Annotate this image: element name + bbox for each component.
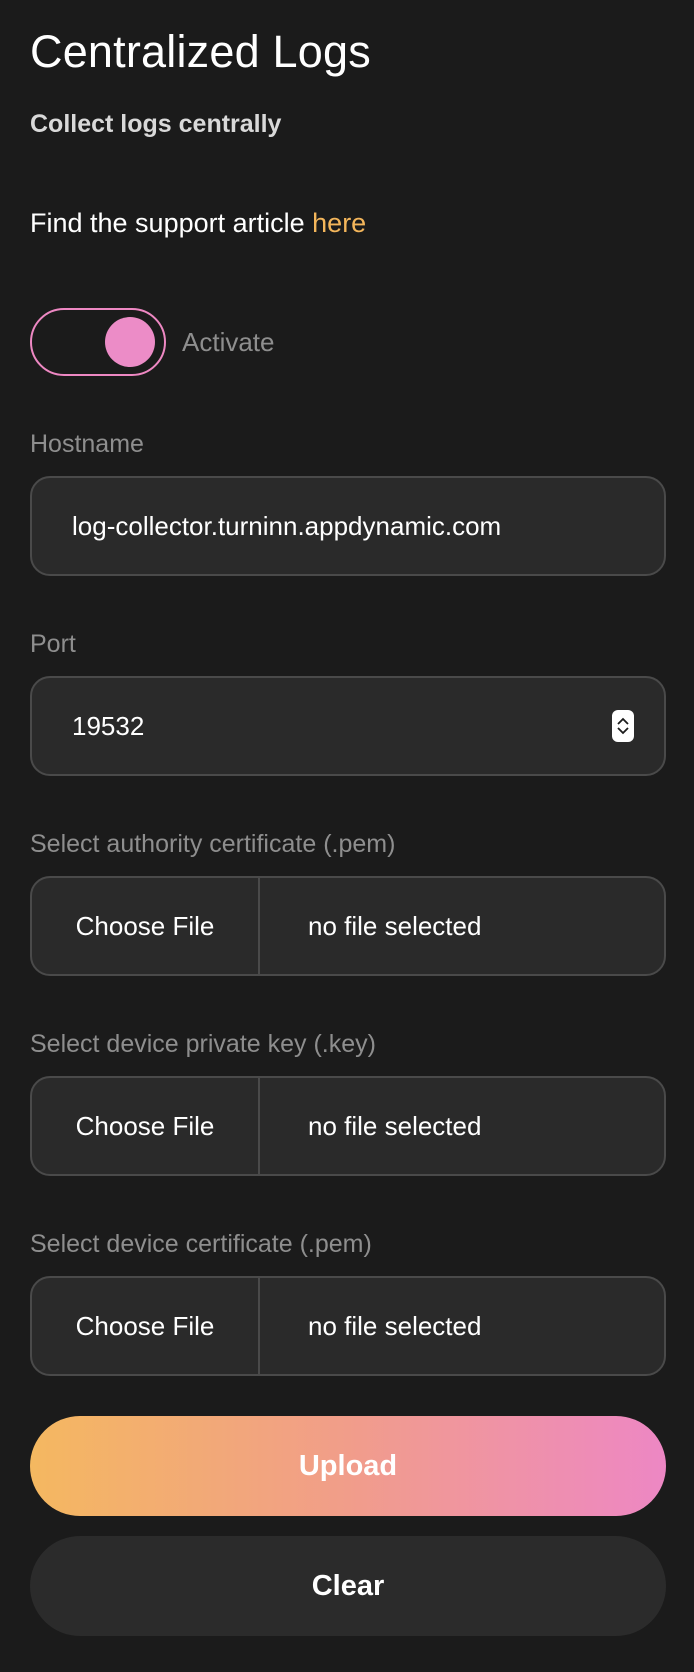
device-certificate-label: Select device certificate (.pem) [30, 1230, 372, 1258]
choose-file-button[interactable]: Choose File [32, 1278, 260, 1374]
chevron-down-icon[interactable] [617, 727, 629, 735]
hostname-value: log-collector.turninn.appdynamic.com [72, 510, 502, 541]
support-article-link[interactable]: here [312, 208, 366, 238]
choose-file-button[interactable]: Choose File [32, 878, 260, 974]
device-certificate-file-input[interactable]: Choose File no file selected [30, 1276, 666, 1376]
choose-file-button[interactable]: Choose File [32, 1078, 260, 1174]
private-key-label: Select device private key (.key) [30, 1030, 376, 1058]
authority-certificate-label: Select authority certificate (.pem) [30, 830, 396, 858]
page-subtitle: Collect logs centrally [30, 110, 282, 138]
private-key-file-input[interactable]: Choose File no file selected [30, 1076, 666, 1176]
upload-button[interactable]: Upload [30, 1416, 666, 1516]
file-status: no file selected [308, 1110, 482, 1141]
toggle-knob [105, 317, 155, 367]
hostname-label: Hostname [30, 430, 144, 458]
chevron-up-icon[interactable] [617, 717, 629, 725]
hostname-input[interactable]: log-collector.turninn.appdynamic.com [30, 476, 666, 576]
activate-toggle[interactable] [30, 308, 166, 376]
port-value: 19532 [72, 710, 145, 741]
file-status: no file selected [308, 910, 482, 941]
clear-button[interactable]: Clear [30, 1536, 666, 1636]
activate-row: Activate [30, 308, 275, 376]
page-title: Centralized Logs [30, 26, 371, 77]
port-input[interactable]: 19532 [30, 676, 666, 776]
authority-certificate-file-input[interactable]: Choose File no file selected [30, 876, 666, 976]
support-text: Find the support article here [30, 208, 366, 239]
activate-label: Activate [182, 326, 275, 357]
support-text-label: Find the support article [30, 208, 313, 238]
file-status: no file selected [308, 1310, 482, 1341]
port-label: Port [30, 630, 76, 658]
port-stepper[interactable] [612, 710, 634, 742]
